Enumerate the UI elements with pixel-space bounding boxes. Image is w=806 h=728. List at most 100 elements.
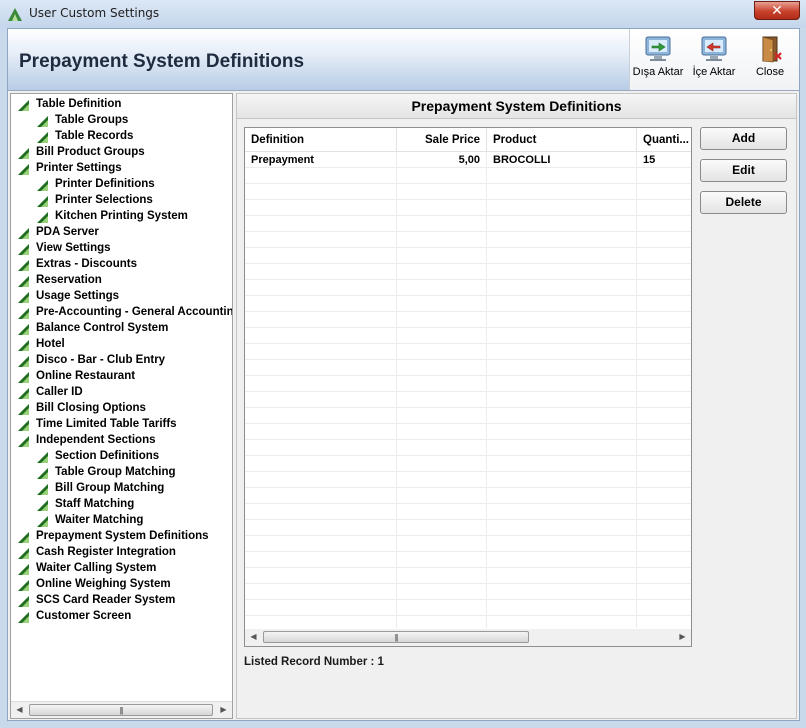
column-header-sale-price[interactable]: Sale Price bbox=[397, 128, 487, 152]
empty-cell bbox=[487, 584, 637, 600]
empty-cell bbox=[397, 344, 487, 360]
empty-cell bbox=[487, 392, 637, 408]
column-header-product[interactable]: Product bbox=[487, 128, 637, 152]
empty-table-row bbox=[245, 312, 691, 328]
tree-item[interactable]: Bill Product Groups bbox=[11, 144, 232, 160]
window-close-button[interactable]: ✕ bbox=[754, 1, 800, 20]
tree-item[interactable]: Staff Matching bbox=[11, 496, 232, 512]
tree-item-label: Online Restaurant bbox=[36, 370, 136, 382]
tree-item[interactable]: Reservation bbox=[11, 272, 232, 288]
tree-item[interactable]: Printer Selections bbox=[11, 192, 232, 208]
export-monitor-icon bbox=[645, 36, 671, 61]
tree-node-icon bbox=[18, 244, 29, 255]
tree-item[interactable]: Usage Settings bbox=[11, 288, 232, 304]
tree-item-label: Online Weighing System bbox=[36, 578, 171, 590]
empty-cell bbox=[487, 344, 637, 360]
grid-scroll-thumb[interactable]: ||| bbox=[263, 631, 529, 643]
empty-cell bbox=[637, 200, 691, 216]
delete-button[interactable]: Delete bbox=[700, 191, 787, 214]
tree-item[interactable]: Section Definitions bbox=[11, 448, 232, 464]
tree-item[interactable]: Extras - Discounts bbox=[11, 256, 232, 272]
tree-item[interactable]: Prepayment System Definitions bbox=[11, 528, 232, 544]
grid-scroll-right-arrow-icon[interactable]: ▶ bbox=[674, 629, 691, 645]
empty-cell bbox=[397, 328, 487, 344]
tree-item[interactable]: Bill Group Matching bbox=[11, 480, 232, 496]
tree-item[interactable]: PDA Server bbox=[11, 224, 232, 240]
column-header-quantity[interactable]: Quanti... bbox=[637, 128, 691, 152]
tree-item[interactable]: Table Definition bbox=[11, 96, 232, 112]
tree-node-icon bbox=[18, 372, 29, 383]
tree-item[interactable]: Disco - Bar - Club Entry bbox=[11, 352, 232, 368]
door-exit-icon bbox=[762, 36, 782, 63]
tree-item[interactable]: Independent Sections bbox=[11, 432, 232, 448]
table-cell: 5,00 bbox=[397, 152, 487, 168]
empty-cell bbox=[637, 376, 691, 392]
empty-cell bbox=[487, 360, 637, 376]
close-button[interactable]: Close bbox=[742, 35, 798, 87]
tree-item[interactable]: Balance Control System bbox=[11, 320, 232, 336]
empty-cell bbox=[397, 536, 487, 552]
content-title-bar: Prepayment System Definitions bbox=[237, 94, 796, 119]
empty-table-row bbox=[245, 584, 691, 600]
scroll-right-arrow-icon[interactable]: ▶ bbox=[215, 702, 232, 718]
tree-item[interactable]: Pre-Accounting - General Accounting bbox=[11, 304, 232, 320]
import-button[interactable]: İçe Aktar bbox=[686, 35, 742, 87]
tree-item[interactable]: Printer Settings bbox=[11, 160, 232, 176]
tree-node-icon bbox=[18, 548, 29, 559]
tree-item[interactable]: Cash Register Integration bbox=[11, 544, 232, 560]
empty-table-row bbox=[245, 360, 691, 376]
add-button[interactable]: Add bbox=[700, 127, 787, 150]
empty-cell bbox=[487, 440, 637, 456]
tree-horizontal-scrollbar[interactable]: ◀ ||| ▶ bbox=[11, 701, 232, 718]
empty-cell bbox=[637, 328, 691, 344]
export-button[interactable]: Dışa Aktar bbox=[630, 35, 686, 87]
grid-scroll-grip: ||| bbox=[394, 633, 398, 642]
empty-cell bbox=[245, 408, 397, 424]
empty-cell bbox=[487, 408, 637, 424]
edit-button[interactable]: Edit bbox=[700, 159, 787, 182]
tree-item[interactable]: Time Limited Table Tariffs bbox=[11, 416, 232, 432]
tree-item[interactable]: SCS Card Reader System bbox=[11, 592, 232, 608]
grid-horizontal-scrollbar[interactable]: ◀ ||| ▶ bbox=[245, 629, 691, 646]
tree-item[interactable]: Waiter Calling System bbox=[11, 560, 232, 576]
tree-item-label: Extras - Discounts bbox=[36, 258, 137, 270]
empty-cell bbox=[637, 616, 691, 628]
tree-item[interactable]: Hotel bbox=[11, 336, 232, 352]
tree-node-icon bbox=[18, 276, 29, 287]
tree-item[interactable]: Online Restaurant bbox=[11, 368, 232, 384]
tree-item[interactable]: Waiter Matching bbox=[11, 512, 232, 528]
tree-item[interactable]: Customer Screen bbox=[11, 608, 232, 624]
column-header-definition[interactable]: Definition bbox=[245, 128, 397, 152]
empty-cell bbox=[487, 488, 637, 504]
tree-item[interactable]: Printer Definitions bbox=[11, 176, 232, 192]
content-title: Prepayment System Definitions bbox=[411, 98, 622, 114]
tree-item[interactable]: Table Records bbox=[11, 128, 232, 144]
tree-node-icon bbox=[18, 324, 29, 335]
tree-item[interactable]: Online Weighing System bbox=[11, 576, 232, 592]
empty-cell bbox=[637, 216, 691, 232]
tree-item[interactable]: Caller ID bbox=[11, 384, 232, 400]
tree-item-label: Waiter Calling System bbox=[36, 562, 157, 574]
close-label: Close bbox=[755, 66, 785, 78]
scroll-left-arrow-icon[interactable]: ◀ bbox=[11, 702, 28, 718]
empty-cell bbox=[245, 312, 397, 328]
empty-cell bbox=[245, 328, 397, 344]
tree-item[interactable]: View Settings bbox=[11, 240, 232, 256]
tree-item-label: Kitchen Printing System bbox=[55, 210, 188, 222]
import-monitor-icon bbox=[701, 36, 727, 61]
empty-cell bbox=[487, 600, 637, 616]
empty-cell bbox=[397, 312, 487, 328]
tree-item[interactable]: Table Group Matching bbox=[11, 464, 232, 480]
tree-item[interactable]: Table Groups bbox=[11, 112, 232, 128]
tree-item-label: Staff Matching bbox=[55, 498, 135, 510]
table-row[interactable]: Prepayment 5,00 BROCOLLI 15 bbox=[245, 152, 691, 168]
grid-header: Definition Sale Price Product Quanti... bbox=[245, 128, 691, 152]
grid-scroll-left-arrow-icon[interactable]: ◀ bbox=[245, 629, 262, 645]
empty-cell bbox=[487, 376, 637, 392]
tree-item[interactable]: Kitchen Printing System bbox=[11, 208, 232, 224]
empty-cell bbox=[397, 216, 487, 232]
tree-item[interactable]: Bill Closing Options bbox=[11, 400, 232, 416]
tree-node-icon bbox=[18, 228, 29, 239]
tree-node-icon bbox=[18, 532, 29, 543]
scroll-thumb[interactable]: ||| bbox=[29, 704, 213, 716]
